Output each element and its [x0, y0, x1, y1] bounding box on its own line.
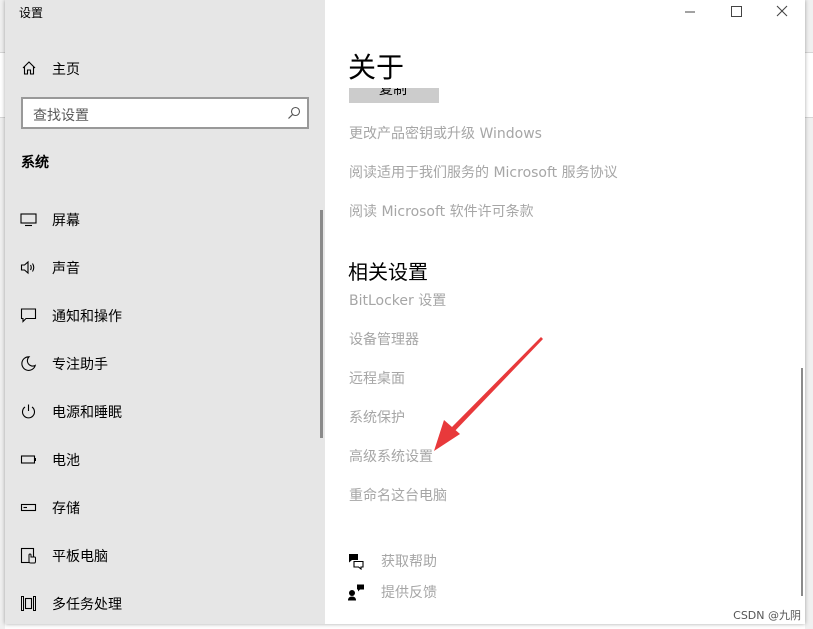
sidebar-item-power-sleep[interactable]: 电源和睡眠	[5, 391, 325, 431]
sidebar-item-label: 声音	[52, 261, 80, 277]
power-icon	[21, 404, 36, 419]
help-chat-icon	[349, 554, 364, 570]
battery-icon	[20, 455, 36, 464]
sidebar-item-label: 主页	[52, 62, 80, 78]
sidebar-item-label: 通知和操作	[52, 309, 122, 325]
display-icon	[20, 213, 37, 227]
copy-button-label: 复制	[379, 88, 407, 98]
content-pane: 关于 复制 更改产品密钥或升级 Windows 阅读适用于我们服务的 Micro…	[325, 0, 805, 624]
content-scrollbar[interactable]	[801, 368, 803, 596]
window-title: 设置	[19, 6, 44, 20]
close-icon	[776, 5, 788, 17]
get-help-link[interactable]: 获取帮助	[347, 550, 467, 572]
search-icon	[288, 106, 301, 119]
storage-icon	[20, 503, 37, 512]
sidebar-item-notifications[interactable]: 通知和操作	[5, 295, 325, 335]
sidebar-item-label: 多任务处理	[52, 597, 122, 613]
notification-icon	[20, 308, 37, 323]
watermark: CSDN @九阴	[733, 609, 801, 622]
tablet-icon	[20, 547, 36, 564]
link-change-product-key[interactable]: 更改产品密钥或升级 Windows	[349, 123, 542, 143]
close-button[interactable]	[759, 0, 805, 24]
sidebar-item-battery[interactable]: 电池	[5, 439, 325, 479]
sidebar-item-display[interactable]: 屏幕	[5, 199, 325, 239]
sidebar-item-label: 电源和睡眠	[52, 405, 122, 421]
search-input[interactable]: 查找设置	[21, 97, 309, 129]
sidebar-scrollbar[interactable]	[320, 210, 323, 438]
link-advanced-system-settings[interactable]: 高级系统设置	[349, 446, 433, 466]
background-toolbar	[805, 52, 813, 118]
maximize-icon	[731, 6, 742, 17]
related-settings-title: 相关设置	[348, 260, 428, 284]
feedback-icon	[348, 584, 364, 601]
speaker-icon	[20, 260, 35, 275]
give-feedback-link[interactable]: 提供反馈	[347, 581, 467, 603]
maximize-button[interactable]	[713, 0, 759, 24]
multitask-icon	[21, 596, 36, 611]
sidebar-item-label: 屏幕	[52, 213, 80, 229]
minimize-button[interactable]	[667, 0, 713, 24]
sidebar-item-label: 平板电脑	[52, 549, 108, 565]
settings-window: 设置 主页 查找设置 系统 屏幕 声音 通知和操作 专注助手 电源和睡眠 电池 …	[5, 0, 805, 624]
background-window-right	[805, 0, 813, 629]
link-rename-pc[interactable]: 重命名这台电脑	[349, 485, 447, 505]
sidebar-item-home[interactable]: 主页	[5, 52, 325, 84]
sidebar: 设置 主页 查找设置 系统 屏幕 声音 通知和操作 专注助手 电源和睡眠 电池 …	[5, 0, 325, 624]
link-license-terms[interactable]: 阅读 Microsoft 软件许可条款	[349, 201, 534, 221]
section-label: 系统	[21, 155, 49, 171]
home-icon	[22, 61, 36, 75]
moon-icon	[21, 356, 37, 371]
screen: 设置 主页 查找设置 系统 屏幕 声音 通知和操作 专注助手 电源和睡眠 电池 …	[0, 0, 813, 629]
search-placeholder: 查找设置	[33, 108, 89, 124]
sidebar-item-multitasking[interactable]: 多任务处理	[5, 583, 325, 623]
link-system-protection[interactable]: 系统保护	[349, 407, 405, 427]
sidebar-item-label: 存储	[52, 501, 80, 517]
sidebar-item-label: 电池	[52, 453, 80, 469]
sidebar-item-storage[interactable]: 存储	[5, 487, 325, 527]
copy-button[interactable]: 复制	[349, 88, 439, 103]
give-feedback-label: 提供反馈	[381, 585, 437, 601]
link-device-manager[interactable]: 设备管理器	[349, 329, 419, 349]
minimize-icon	[685, 11, 695, 13]
link-remote-desktop[interactable]: 远程桌面	[349, 368, 405, 388]
get-help-label: 获取帮助	[381, 554, 437, 570]
sidebar-item-focus-assist[interactable]: 专注助手	[5, 343, 325, 383]
link-bitlocker[interactable]: BitLocker 设置	[349, 290, 446, 310]
link-services-agreement[interactable]: 阅读适用于我们服务的 Microsoft 服务协议	[349, 162, 618, 182]
sidebar-item-label: 专注助手	[52, 357, 108, 373]
page-title: 关于	[348, 51, 405, 84]
sidebar-item-sound[interactable]: 声音	[5, 247, 325, 287]
sidebar-item-tablet[interactable]: 平板电脑	[5, 535, 325, 575]
